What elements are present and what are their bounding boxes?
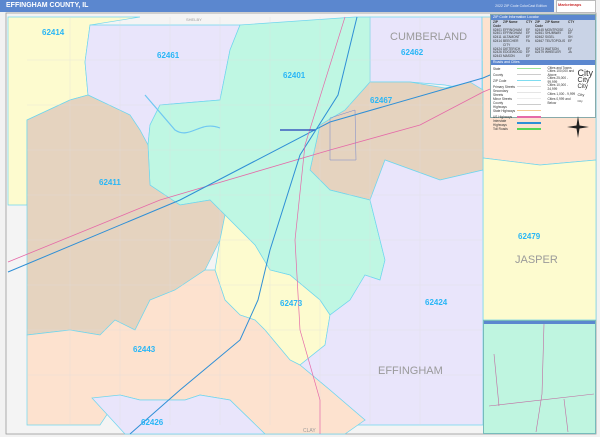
road-legend-swatch xyxy=(517,80,541,82)
zip-label-62401: 62401 xyxy=(283,71,306,80)
zip-table-cell: EF xyxy=(526,54,531,59)
county-label-cumberland: CUMBERLAND xyxy=(390,31,467,43)
road-legend-label: State xyxy=(493,66,501,71)
road-legend-swatch xyxy=(517,127,541,130)
zip-table-cell xyxy=(535,55,544,59)
map-legend: ZIP Code Information Locator ZIP Code ZIP… xyxy=(490,14,596,131)
road-legend-label: Secondary Streets xyxy=(493,88,509,97)
map-title: EFFINGHAM COUNTY, IL xyxy=(0,0,488,12)
road-legend-swatch xyxy=(517,121,541,124)
county-label-effingham: EFFINGHAM xyxy=(378,365,443,377)
road-legend-label: County Highways xyxy=(493,100,507,109)
city-legend-label: Cities 1,000 - 9,999 xyxy=(547,92,576,97)
zip-table: ZIP Code ZIP Name CTY ZIP Code ZIP Name CTY 62… xyxy=(491,20,595,60)
city-inset-map[interactable] xyxy=(483,320,596,434)
brand-logo: Marketmaps xyxy=(556,0,596,13)
county-label-shelby: SHELBY xyxy=(186,17,202,22)
road-legend-swatch xyxy=(517,110,541,112)
county-label-jasper: JASPER xyxy=(515,254,558,266)
city-legend-label: Cities 10,000 - 24,999 xyxy=(547,83,569,92)
city-legend-label: Cities 0,999 and Below xyxy=(547,97,571,106)
road-legend-swatch xyxy=(517,104,541,106)
zip-label-62462: 62462 xyxy=(401,48,424,57)
city-sample: City xyxy=(577,99,583,104)
compass-rose-icon xyxy=(567,116,589,138)
inset-roads xyxy=(488,323,595,433)
zip-label-62473: 62473 xyxy=(280,299,303,308)
edition-label: 2022 ZIP Code ColorCast Edition xyxy=(488,0,554,12)
city-sample: City xyxy=(577,91,585,97)
road-legend-swatch xyxy=(517,92,541,94)
road-legend-label: County xyxy=(493,72,504,77)
brand-name: Marketmaps xyxy=(558,2,582,7)
zip-label-62461: 62461 xyxy=(157,51,180,60)
zip-label-62424: 62424 xyxy=(425,298,448,307)
zip-label-62467: 62467 xyxy=(370,96,393,105)
zip-table-cell xyxy=(545,55,567,59)
road-legend-swatch xyxy=(517,115,541,118)
road-legend-label: ZIP Code xyxy=(493,78,507,83)
road-legend-label: Toll Roads xyxy=(493,126,508,131)
road-legend-swatch xyxy=(517,74,541,76)
city-sample: City xyxy=(577,76,590,84)
city-legend-item: Cities 10,000 - 24,999 City xyxy=(547,83,594,92)
zip-label-62411: 62411 xyxy=(99,178,121,187)
county-label-clay: CLAY xyxy=(303,428,316,434)
road-legend-label: State Highways xyxy=(493,108,516,113)
road-legend-label: Interstate Highways xyxy=(493,118,507,127)
zip-table-cell xyxy=(568,55,576,59)
city-sample: City xyxy=(577,84,588,91)
zip-label-62443: 62443 xyxy=(133,345,156,354)
road-legend-swatch xyxy=(517,86,541,88)
road-legend-item: Toll Roads xyxy=(493,126,545,132)
road-legend-swatch xyxy=(517,98,541,100)
zip-label-62426: 62426 xyxy=(141,418,164,427)
zip-label-62414: 62414 xyxy=(42,28,65,37)
road-legend: State County ZIP Code Primary Streets Second… xyxy=(493,66,545,132)
zip-area-62462[interactable] xyxy=(369,16,483,93)
city-legend-item: Cities 0,999 and Below City xyxy=(547,97,594,106)
zip-table-cell: MASON xyxy=(503,54,515,59)
zip-table-cell: 62443 xyxy=(493,54,502,59)
zip-label-62479: 62479 xyxy=(518,232,541,241)
road-legend-swatch xyxy=(517,68,541,70)
